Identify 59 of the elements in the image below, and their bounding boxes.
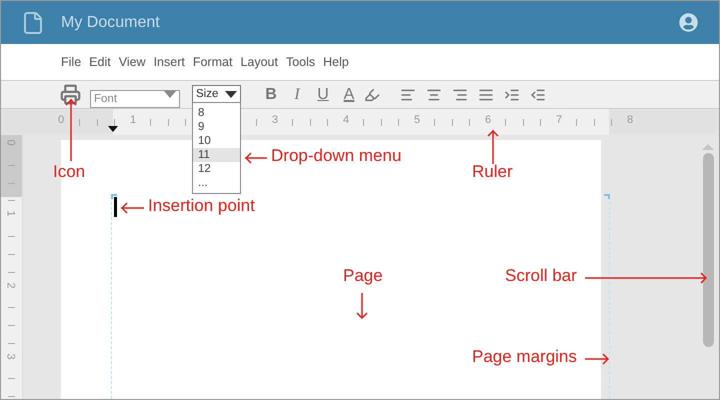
menu-item[interactable]: View (118, 52, 146, 72)
ruler-number: 7 (556, 115, 562, 126)
format-button[interactable]: U (312, 86, 334, 102)
ruler-number: 2 (4, 282, 16, 289)
align-left-icon[interactable] (400, 86, 416, 102)
annotation-arrow (585, 353, 609, 365)
annotation-arrow (65, 99, 77, 161)
format-button[interactable]: I (286, 86, 308, 102)
dropdown-option[interactable]: 10 (193, 134, 240, 148)
annotation-label: Page (343, 267, 383, 284)
dropdown-option[interactable]: 8 (193, 106, 240, 120)
ruler-number: 4 (343, 115, 350, 126)
outdent-icon[interactable] (530, 86, 546, 102)
menu-item[interactable]: Layout (240, 52, 278, 72)
printer-icon[interactable] (60, 84, 81, 105)
indent-marker-icon[interactable] (108, 126, 118, 132)
annotation-label: Drop-down menu (271, 147, 402, 164)
margin-corner (604, 194, 610, 199)
ruler-number: 1 (4, 210, 16, 217)
align-right-icon[interactable] (452, 86, 468, 102)
annotation-label: Page margins (472, 348, 577, 365)
ruler-number: 3 (272, 115, 278, 126)
scrollbar-thumb[interactable] (703, 153, 714, 347)
dropdown-option[interactable]: 11 (193, 148, 240, 162)
dropdown-option[interactable]: 9 (193, 120, 240, 134)
ruler-number: 5 (414, 115, 420, 126)
ruler-number: 8 (627, 115, 634, 126)
insertion-point (114, 197, 117, 217)
caret-icon (225, 91, 237, 98)
menu-item[interactable]: Insert (154, 52, 185, 72)
annotation-arrow (245, 152, 267, 164)
align-center-icon[interactable] (426, 86, 442, 102)
ruler-number: 1 (130, 115, 136, 126)
annotation-arrow (487, 130, 499, 164)
format-button[interactable]: A (338, 86, 360, 102)
annotation-label: Ruler (472, 163, 513, 180)
window-title: My Document (61, 12, 160, 32)
dropdown-option[interactable]: ... (193, 176, 240, 190)
annotation-label: Insertion point (148, 197, 255, 214)
font-select[interactable]: Font (90, 90, 180, 108)
caret-icon (164, 90, 176, 98)
menu-item[interactable]: Edit (89, 52, 111, 72)
highlighter-icon[interactable] (364, 86, 380, 102)
ruler-number: 3 (4, 353, 16, 360)
menu-item[interactable]: Help (323, 52, 349, 72)
format-button[interactable]: B (260, 86, 282, 102)
justify-icon[interactable] (478, 86, 494, 102)
menu-item[interactable]: Tools (286, 52, 316, 72)
menu-item[interactable]: Format (192, 52, 232, 72)
annotation-label: Icon (53, 163, 86, 180)
annotation-arrow (121, 202, 144, 214)
ruler-number: 0 (58, 115, 64, 126)
annotation-arrow (356, 293, 368, 319)
annotation-label: Scroll bar (505, 267, 577, 284)
dropdown-option[interactable]: 12 (193, 162, 240, 176)
menu-item[interactable]: File (61, 52, 82, 72)
indent-icon[interactable] (504, 86, 520, 102)
user-avatar-icon[interactable] (679, 13, 698, 32)
ruler-number: 6 (485, 115, 492, 126)
